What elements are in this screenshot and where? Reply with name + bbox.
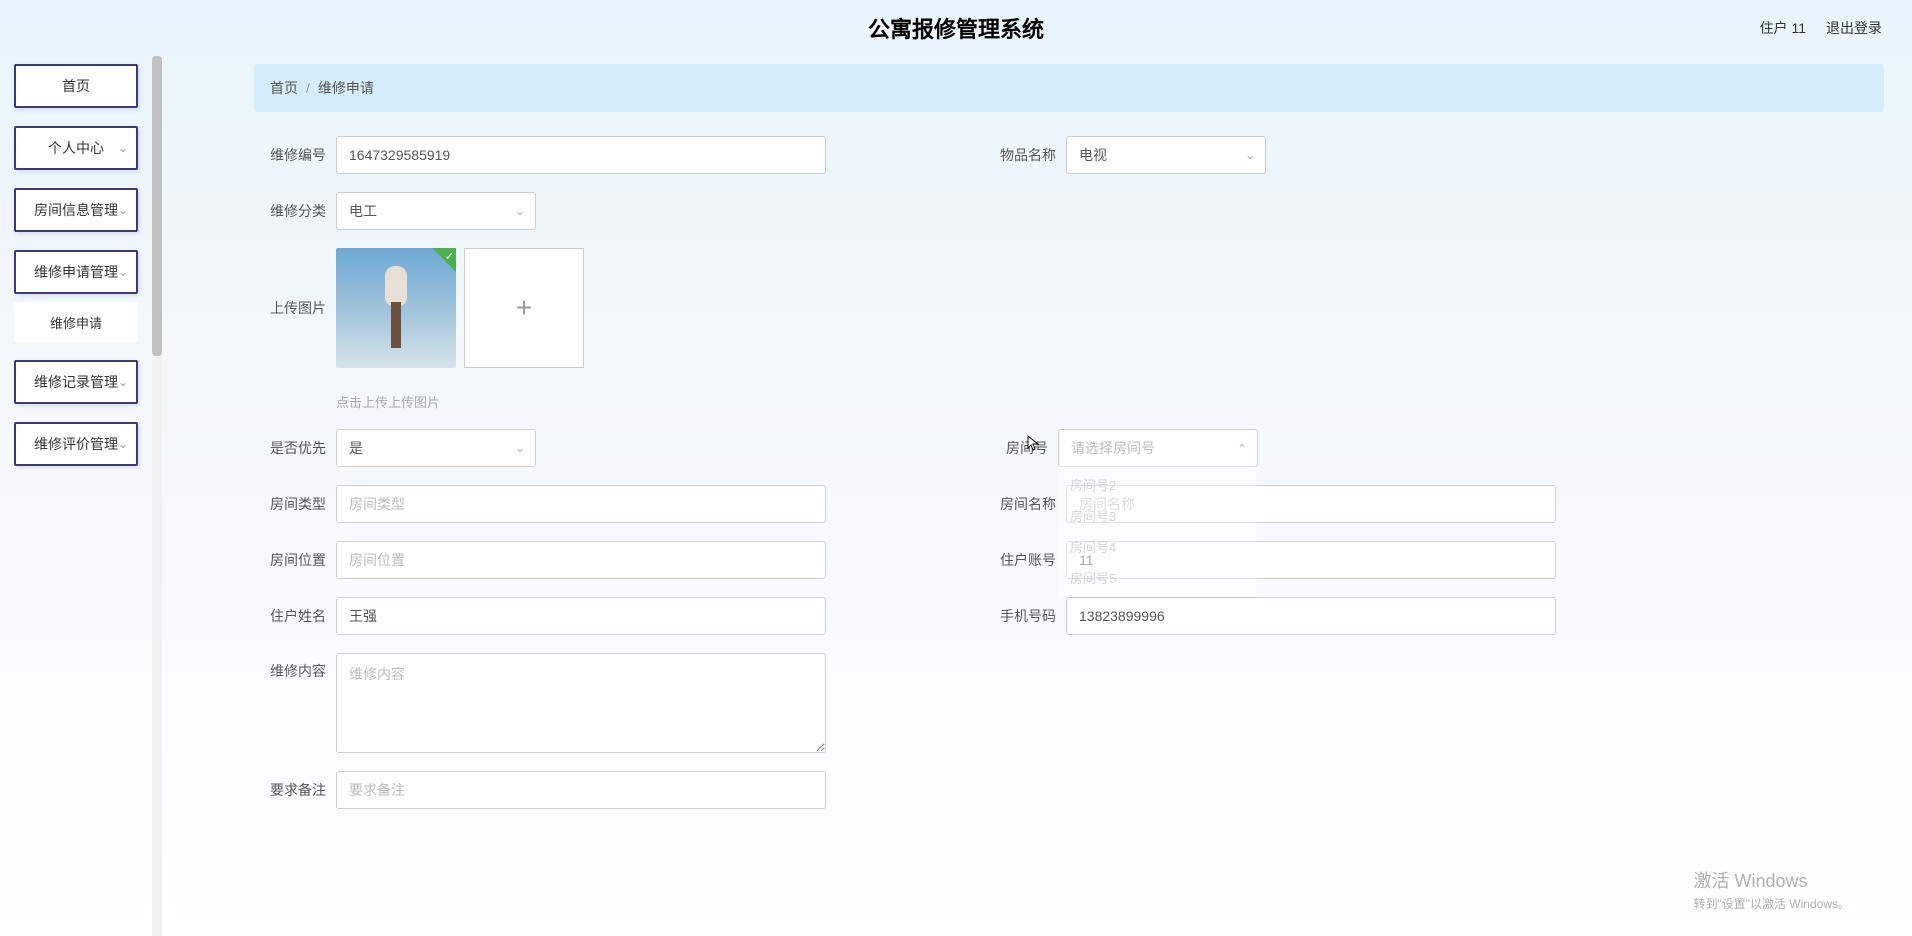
priority-label: 是否优先 — [270, 438, 326, 458]
chevron-down-icon: ⌄ — [515, 441, 525, 455]
repair-no-label: 维修编号 — [270, 145, 326, 165]
watermark-sub: 转到"设置"以激活 Windows。 — [1693, 895, 1850, 912]
content-label: 维修内容 — [270, 661, 326, 681]
chevron-down-icon: ⌄ — [118, 203, 128, 217]
sidebar-item-label: 维修记录管理 — [34, 372, 118, 392]
plus-icon: + — [516, 292, 532, 324]
sidebar-subitem-repair-apply[interactable]: 维修申请 — [14, 302, 138, 342]
sidebar-item-repair-review-mgmt[interactable]: 维修评价管理 ⌄ — [14, 422, 138, 466]
chevron-down-icon: ⌄ — [1245, 148, 1255, 162]
upload-thumbnail[interactable] — [336, 248, 456, 368]
account-label: 住户账号 — [1000, 550, 1056, 570]
room-name-label: 房间名称 — [1000, 494, 1056, 514]
category-label: 维修分类 — [270, 201, 326, 221]
chevron-down-icon: ⌄ — [118, 141, 128, 155]
upload-add-button[interactable]: + — [464, 248, 584, 368]
logout-link[interactable]: 退出登录 — [1826, 18, 1882, 38]
item-name-label: 物品名称 — [1000, 145, 1056, 165]
select-value: 是 — [349, 438, 363, 458]
sidebar-item-repair-record-mgmt[interactable]: 维修记录管理 ⌄ — [14, 360, 138, 404]
sidebar-item-label: 维修申请 — [50, 313, 102, 332]
room-type-label: 房间类型 — [270, 494, 326, 514]
header-user-area: 住户 11 退出登录 — [1760, 0, 1882, 56]
sidebar-item-home[interactable]: 首页 — [14, 64, 138, 108]
watermark-title: 激活 Windows — [1693, 867, 1850, 893]
thumbnail-image — [385, 266, 407, 306]
thumbnail-image — [391, 302, 401, 348]
room-type-input[interactable] — [336, 485, 826, 523]
resident-name-input[interactable] — [336, 597, 826, 635]
resident-name-label: 住户姓名 — [270, 606, 326, 626]
remark-label: 要求备注 — [270, 780, 326, 800]
sidebar-item-label: 首页 — [62, 76, 90, 96]
breadcrumb: 首页 / 维修申请 — [254, 64, 1884, 112]
category-select[interactable]: 电工 ⌄ — [336, 192, 536, 230]
item-name-select[interactable]: 电视 ⌄ — [1066, 136, 1266, 174]
sidebar-item-label: 维修评价管理 — [34, 434, 118, 454]
sidebar-item-label: 维修申请管理 — [34, 262, 118, 282]
select-value: 电工 — [349, 201, 377, 221]
room-no-dropdown[interactable]: 房间号2 房间号3 房间号4 房间号5 — [1058, 465, 1256, 597]
breadcrumb-current: 维修申请 — [318, 78, 374, 98]
chevron-up-icon: ⌄ — [1237, 441, 1247, 455]
priority-select[interactable]: 是 ⌄ — [336, 429, 536, 467]
dropdown-item[interactable]: 房间号5 — [1058, 562, 1256, 593]
room-loc-label: 房间位置 — [270, 550, 326, 570]
header: 公寓报修管理系统 住户 11 退出登录 — [0, 0, 1912, 56]
user-label[interactable]: 住户 11 — [1760, 18, 1806, 38]
dropdown-item[interactable]: 房间号3 — [1058, 500, 1256, 531]
select-value: 电视 — [1079, 145, 1107, 165]
phone-label: 手机号码 — [1000, 606, 1056, 626]
form: 维修编号 物品名称 电视 ⌄ 维修分类 电工 ⌄ — [254, 112, 1884, 809]
chevron-down-icon: ⌄ — [118, 265, 128, 279]
phone-input[interactable] — [1066, 597, 1556, 635]
room-no-label: 房间号 — [1000, 438, 1048, 458]
sidebar-item-room-mgmt[interactable]: 房间信息管理 ⌄ — [14, 188, 138, 232]
page-title: 公寓报修管理系统 — [868, 12, 1044, 44]
sidebar: 首页 个人中心 ⌄ 房间信息管理 ⌄ 维修申请管理 ⌄ 维修申请 维修记录管理 … — [14, 64, 138, 466]
sidebar-scrollbar[interactable] — [152, 56, 162, 936]
chevron-down-icon: ⌄ — [118, 375, 128, 389]
select-placeholder: 请选择房间号 — [1071, 438, 1155, 458]
scrollbar-thumb[interactable] — [152, 56, 162, 356]
chevron-down-icon: ⌄ — [118, 437, 128, 451]
remark-input[interactable] — [336, 771, 826, 809]
content-textarea[interactable] — [336, 653, 826, 753]
sidebar-item-label: 个人中心 — [48, 138, 104, 158]
dropdown-item[interactable]: 房间号2 — [1058, 469, 1256, 500]
dropdown-item[interactable]: 房间号4 — [1058, 531, 1256, 562]
sidebar-item-label: 房间信息管理 — [34, 200, 118, 220]
room-no-select[interactable]: 请选择房间号 ⌄ — [1058, 429, 1258, 467]
room-loc-input[interactable] — [336, 541, 826, 579]
windows-watermark: 激活 Windows 转到"设置"以激活 Windows。 — [1693, 867, 1850, 912]
breadcrumb-home[interactable]: 首页 — [270, 78, 298, 98]
upload-hint[interactable]: 点击上传上传图片 — [336, 392, 584, 411]
content: 首页 / 维修申请 维修编号 物品名称 电视 ⌄ 维修分类 — [254, 64, 1884, 936]
chevron-down-icon: ⌄ — [515, 204, 525, 218]
check-icon — [432, 248, 456, 272]
breadcrumb-separator: / — [306, 80, 310, 96]
sidebar-item-repair-apply-mgmt[interactable]: 维修申请管理 ⌄ — [14, 250, 138, 294]
sidebar-item-personal[interactable]: 个人中心 ⌄ — [14, 126, 138, 170]
upload-label: 上传图片 — [270, 298, 326, 318]
repair-no-input[interactable] — [336, 136, 826, 174]
